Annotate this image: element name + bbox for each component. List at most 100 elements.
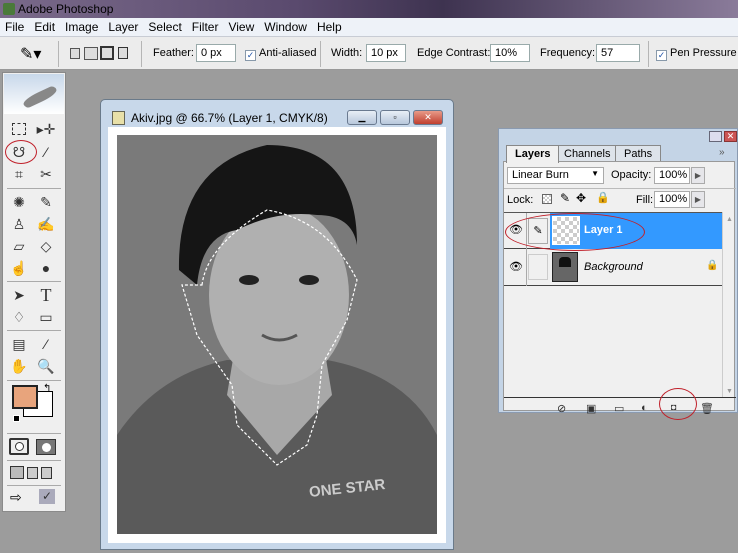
smudge-tool-icon[interactable]: ☝ <box>8 258 30 278</box>
lock-label: Lock: <box>507 194 534 206</box>
eyedropper-tool-icon[interactable]: ⁄ <box>35 334 57 354</box>
foreground-color-swatch[interactable] <box>12 385 38 409</box>
layers-scrollbar[interactable]: ▲ ▼ <box>722 212 735 397</box>
opacity-slider-button[interactable]: ▶ <box>691 167 705 184</box>
feather-input[interactable]: 0 px <box>196 44 236 62</box>
fill-slider-button[interactable]: ▶ <box>691 191 705 208</box>
default-colors-icon[interactable] <box>13 415 20 422</box>
brush-tool-icon[interactable]: ✎ <box>35 192 57 212</box>
lock-transparency-icon[interactable] <box>542 194 552 204</box>
layer-mask-icon[interactable]: ▣ <box>586 402 596 415</box>
feather-label: Feather: <box>153 47 194 59</box>
options-bar: ✎▾ Feather: 0 px ✓ Anti-aliased Width: 10… <box>0 37 738 70</box>
menu-file[interactable]: File <box>0 18 29 34</box>
blend-mode-select[interactable]: Linear Burn ▼ <box>507 167 604 184</box>
quick-mask-mode-icon[interactable] <box>36 439 56 455</box>
magnetic-lasso-preset-icon[interactable]: ✎▾ <box>20 44 41 64</box>
menu-select[interactable]: Select <box>143 18 186 34</box>
document-icon <box>112 111 125 125</box>
link-empty-box[interactable] <box>528 254 548 280</box>
maximize-button[interactable]: ▫ <box>380 110 410 125</box>
menu-window[interactable]: Window <box>259 18 312 34</box>
panel-close-button[interactable]: ✕ <box>724 131 737 142</box>
jump-to-imageready-icon[interactable]: ⇨ <box>10 489 22 506</box>
zoom-tool-icon[interactable]: 🔍 <box>35 356 57 376</box>
magic-wand-tool-icon[interactable]: ⁄ <box>35 142 57 162</box>
photoshop-app-icon <box>3 3 15 15</box>
width-input[interactable]: 10 px <box>366 44 406 62</box>
path-selection-tool-icon[interactable]: ➤ <box>8 285 30 305</box>
notes-tool-icon[interactable]: ▤ <box>8 334 30 354</box>
fill-input[interactable]: 100% <box>654 191 690 208</box>
frequency-input[interactable]: 57 <box>596 44 640 62</box>
tab-layers[interactable]: Layers <box>506 145 560 163</box>
pen-pressure-label: Pen Pressure <box>670 47 737 59</box>
fill-label: Fill: <box>636 194 654 206</box>
app-title: Adobe Photoshop <box>18 2 114 16</box>
intersect-selection-icon[interactable] <box>118 47 128 59</box>
menu-view[interactable]: View <box>223 18 259 34</box>
lock-all-icon[interactable]: 🔒 <box>596 191 610 204</box>
menu-layer[interactable]: Layer <box>103 18 143 34</box>
layer-style-icon[interactable]: ⊘ <box>557 402 566 415</box>
history-brush-tool-icon[interactable]: ✍ <box>35 214 57 234</box>
document-title: Akiv.jpg @ 66.7% (Layer 1, CMYK/8) <box>131 111 328 125</box>
visibility-eye-icon[interactable]: 👁 <box>504 249 527 286</box>
menu-help[interactable]: Help <box>312 18 347 34</box>
portrait-illustration <box>117 135 437 534</box>
edge-contrast-input[interactable]: 10% <box>490 44 530 62</box>
marquee-tool-icon[interactable] <box>8 119 30 139</box>
subtract-from-selection-icon[interactable] <box>100 46 114 60</box>
swap-colors-icon[interactable]: ↰ <box>43 383 51 394</box>
hand-tool-icon[interactable]: ✋ <box>8 356 30 376</box>
full-screen-mode-icon[interactable] <box>41 467 52 479</box>
panel-menu-icon[interactable]: » <box>719 147 725 158</box>
layer-row-background[interactable]: 👁 Background 🔒 <box>504 249 722 286</box>
blend-mode-value: Linear Burn <box>512 169 569 181</box>
add-to-selection-icon[interactable] <box>84 47 98 60</box>
paint-bucket-tool-icon[interactable]: ◇ <box>35 236 57 256</box>
close-button[interactable]: ✕ <box>413 110 443 125</box>
lock-image-icon[interactable]: ✎ <box>560 191 570 205</box>
rectangle-tool-icon[interactable]: ▭ <box>35 307 57 327</box>
delete-layer-icon[interactable]: 🗑 <box>700 402 714 415</box>
tab-channels[interactable]: Channels <box>555 145 620 162</box>
slice-tool-icon[interactable]: ✂ <box>35 164 57 184</box>
menu-image[interactable]: Image <box>60 18 103 34</box>
menu-filter[interactable]: Filter <box>187 18 224 34</box>
pen-tool-icon[interactable]: ♢ <box>8 307 30 327</box>
move-tool-icon[interactable]: ▸✛ <box>35 119 57 139</box>
crop-tool-icon[interactable]: ⌗ <box>8 164 30 184</box>
new-selection-icon[interactable] <box>70 48 80 59</box>
background-layer-name: Background <box>584 261 643 273</box>
lock-position-icon[interactable]: ✥ <box>576 191 586 205</box>
tab-paths[interactable]: Paths <box>615 145 662 162</box>
clone-stamp-tool-icon[interactable]: ♙ <box>8 214 30 234</box>
adjustment-layer-icon[interactable]: ◐ <box>641 402 648 414</box>
edit-in-imageready-icon[interactable]: ✓ <box>39 489 55 504</box>
new-group-icon[interactable]: ▭ <box>614 402 624 415</box>
document-window: Akiv.jpg @ 66.7% (Layer 1, CMYK/8) ▁ ▫ ✕… <box>100 99 454 550</box>
panel-minimize-button[interactable] <box>709 131 722 142</box>
layers-panel: ✕ Layers Channels Paths » Linear Burn ▼ O… <box>498 128 738 420</box>
opacity-input[interactable]: 100% <box>654 167 690 184</box>
menu-bar: File Edit Image Layer Select Filter View Window… <box>0 18 738 37</box>
feather-logo <box>4 74 64 114</box>
full-screen-menu-mode-icon[interactable] <box>27 467 38 479</box>
healing-brush-tool-icon[interactable]: ✺ <box>8 192 30 212</box>
canvas[interactable]: ONE STAR <box>108 127 446 543</box>
width-label: Width: <box>331 47 363 59</box>
type-tool-icon[interactable]: T <box>35 285 57 305</box>
antialiased-label: Anti-aliased <box>259 47 317 59</box>
minimize-button[interactable]: ▁ <box>347 110 377 125</box>
menu-edit[interactable]: Edit <box>29 18 60 34</box>
background-thumbnail <box>552 252 578 282</box>
chevron-down-icon: ▼ <box>591 169 599 178</box>
dodge-tool-icon[interactable]: ● <box>35 258 57 278</box>
photo-image: ONE STAR <box>117 135 437 534</box>
pen-pressure-checkbox[interactable]: ✓ Pen Pressure <box>656 47 737 61</box>
standard-screen-mode-icon[interactable] <box>10 466 24 479</box>
standard-mode-icon[interactable] <box>9 438 29 455</box>
eraser-tool-icon[interactable]: ▱ <box>8 236 30 256</box>
antialiased-checkbox[interactable]: ✓ Anti-aliased <box>245 47 316 61</box>
